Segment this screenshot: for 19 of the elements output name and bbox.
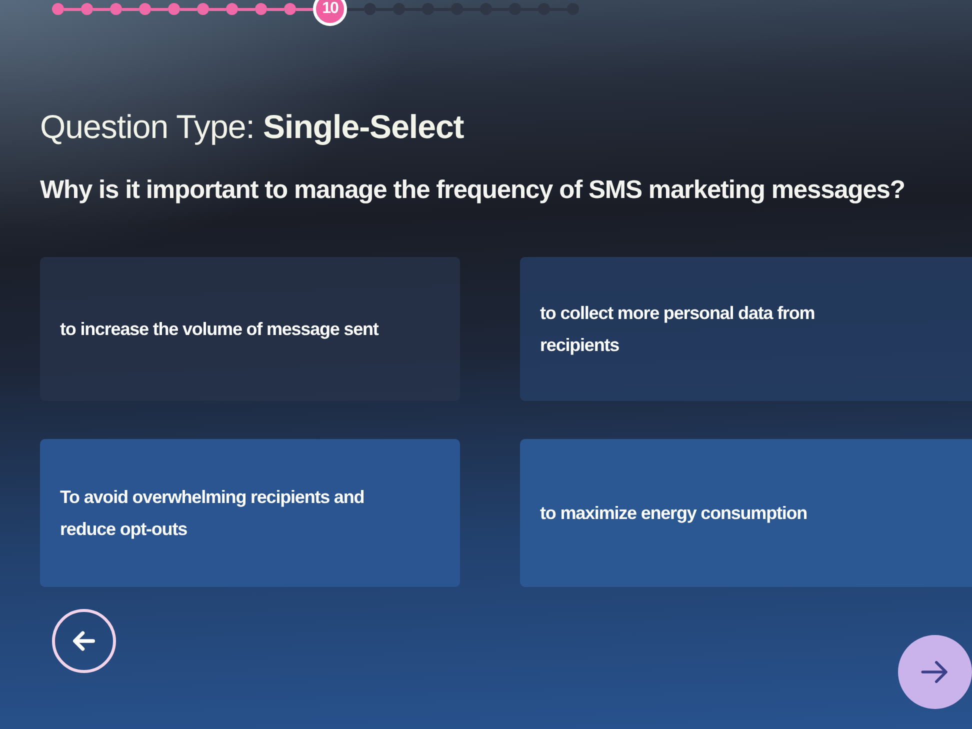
progress-connector bbox=[64, 8, 81, 10]
current-step-badge: 10 bbox=[313, 0, 347, 26]
answer-option[interactable]: to maximize energy consumption bbox=[520, 439, 972, 587]
back-button[interactable] bbox=[52, 609, 116, 673]
right-arrow-icon bbox=[921, 661, 949, 683]
left-arrow-icon bbox=[73, 631, 95, 651]
answer-option[interactable]: to collect more personal data from recipients bbox=[520, 257, 972, 401]
progress-connector bbox=[267, 8, 284, 10]
progress-connector bbox=[151, 8, 168, 10]
progress-connector bbox=[180, 8, 197, 10]
answer-option[interactable]: to increase the volume of message sent bbox=[40, 257, 460, 401]
progress-connector bbox=[122, 8, 139, 10]
question-text: Why is it important to manage the frequency of SMS marketing messages? bbox=[40, 176, 906, 205]
question-type-heading: Question Type: Single-Select bbox=[40, 108, 465, 146]
progress-connector bbox=[93, 8, 110, 10]
progress-connector bbox=[209, 8, 226, 10]
answer-option[interactable]: To avoid overwhelming recipients and reduce opt-outs bbox=[40, 439, 460, 587]
progress-connector bbox=[238, 8, 255, 10]
progress-connector bbox=[296, 8, 313, 10]
